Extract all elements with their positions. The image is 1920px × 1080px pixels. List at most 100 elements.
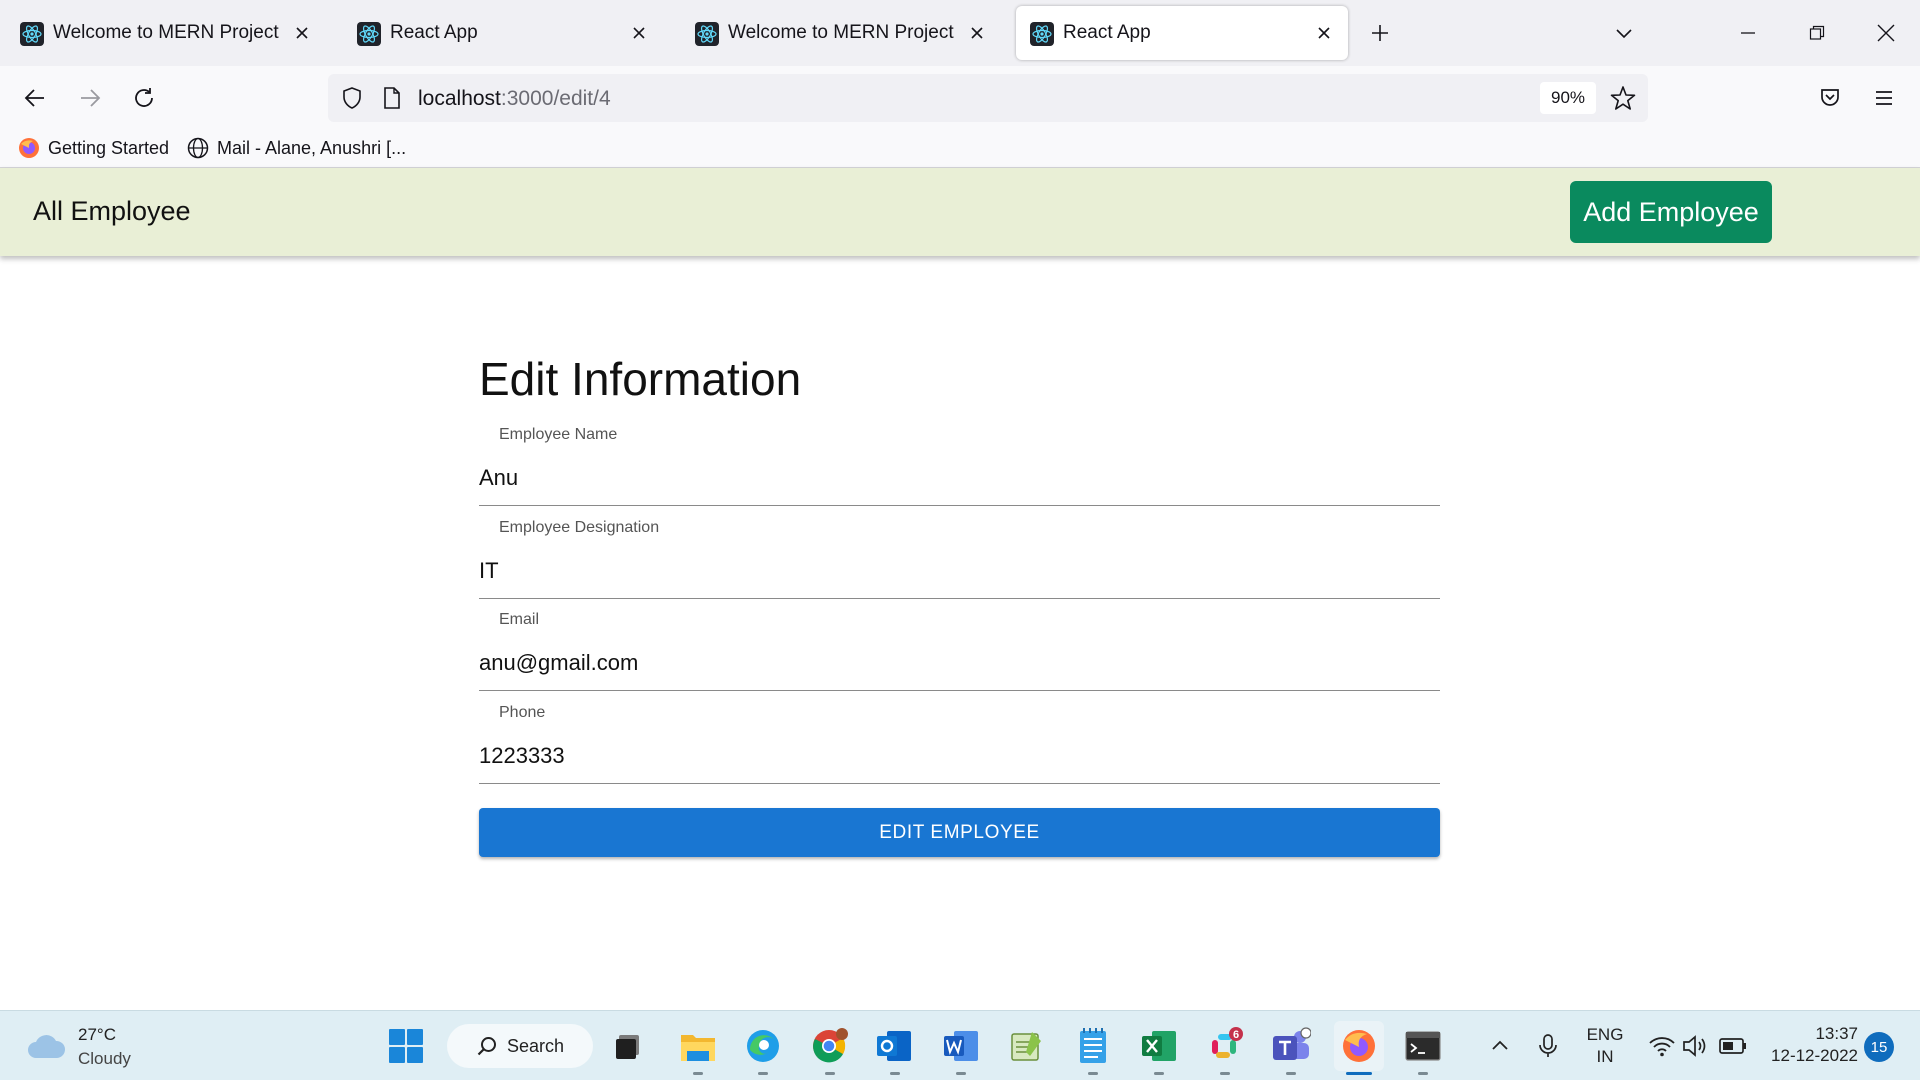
excel-icon[interactable] (1138, 1025, 1180, 1067)
browser-tab-3[interactable]: Welcome to MERN Project (681, 6, 1001, 60)
language-indicator[interactable]: ENG IN (1584, 1024, 1626, 1068)
active-window-indicator (1346, 1072, 1372, 1075)
phone-input[interactable] (479, 738, 1440, 774)
browser-tab-strip: Welcome to MERN Project React App Welcom… (0, 0, 1920, 66)
start-icon[interactable] (385, 1025, 427, 1067)
react-logo-icon (20, 22, 44, 46)
file-explorer-icon[interactable] (677, 1025, 719, 1067)
show-hidden-icons-chevron-icon[interactable] (1479, 1025, 1521, 1067)
notification-count-badge[interactable]: 15 (1864, 1032, 1894, 1062)
notepad-icon[interactable] (1072, 1025, 1114, 1067)
zoom-level-badge[interactable]: 90% (1540, 82, 1596, 114)
firefox-taskbar-icon[interactable] (1334, 1021, 1384, 1071)
minimize-window-icon[interactable] (1730, 15, 1766, 51)
close-tab-icon[interactable] (963, 19, 991, 47)
email-field: Email (479, 611, 1440, 691)
back-arrow-icon[interactable] (15, 78, 55, 118)
tracking-protection-shield-icon[interactable] (340, 86, 364, 110)
close-tab-icon[interactable] (1310, 19, 1338, 47)
react-logo-icon (1030, 22, 1054, 46)
field-label: Email (499, 611, 540, 628)
url-path: :3000/edit/4 (500, 87, 611, 110)
slack-badge-count: 6 (1233, 1029, 1239, 1041)
teams-icon[interactable] (1270, 1025, 1312, 1067)
close-tab-icon[interactable] (625, 19, 653, 47)
volume-icon[interactable] (1675, 1025, 1717, 1067)
running-indicator (758, 1072, 768, 1075)
chrome-icon[interactable] (808, 1025, 850, 1067)
browser-toolbar: localhost:3000/edit/4 90% (0, 66, 1920, 128)
bookmark-getting-started[interactable]: Getting Started (18, 134, 169, 162)
react-logo-icon (357, 22, 381, 46)
running-indicator (693, 1072, 703, 1075)
firefox-icon (19, 138, 39, 158)
clock-date: 12-12-2022 (1771, 1046, 1858, 1065)
close-tab-icon[interactable] (288, 19, 316, 47)
page-info-icon[interactable] (382, 86, 402, 110)
browser-tab-2[interactable]: React App (343, 6, 663, 60)
terminal-icon[interactable] (1402, 1025, 1444, 1067)
globe-icon (187, 137, 209, 159)
bookmark-mail[interactable]: Mail - Alane, Anushri [... (187, 134, 406, 162)
running-indicator (825, 1072, 835, 1075)
app-header: All Employee Add Employee (0, 168, 1920, 256)
browser-tab-4-active[interactable]: React App (1016, 6, 1348, 60)
list-all-tabs-chevron-icon[interactable] (1606, 15, 1642, 51)
employee-name-field: Employee Name (479, 426, 1440, 506)
word-icon[interactable] (940, 1025, 982, 1067)
tab-title: Welcome to MERN Project (728, 22, 954, 43)
employee-name-input[interactable] (479, 460, 1440, 496)
url-text[interactable]: localhost:3000/edit/4 (418, 87, 611, 111)
running-indicator (1088, 1072, 1098, 1075)
outlook-icon[interactable] (873, 1025, 915, 1067)
new-tab-icon[interactable] (1362, 15, 1398, 51)
tab-title: Welcome to MERN Project (53, 22, 279, 43)
search-label: Search (507, 1035, 565, 1056)
email-input[interactable] (479, 645, 1440, 681)
running-indicator (1220, 1072, 1230, 1075)
tab-title: React App (390, 22, 478, 43)
bookmarks-toolbar: Getting Started Mail - Alane, Anushri [.… (0, 128, 1920, 168)
weather-temperature: 27°C (78, 1025, 116, 1044)
reload-icon[interactable] (124, 78, 164, 118)
pocket-icon[interactable] (1810, 78, 1850, 118)
field-label: Employee Name (499, 426, 618, 443)
url-host: localhost (418, 87, 501, 110)
browser-tab-1[interactable]: Welcome to MERN Project (6, 6, 326, 60)
weather-description: Cloudy (78, 1049, 131, 1068)
slack-icon[interactable]: 6 (1203, 1025, 1245, 1067)
forward-arrow-icon[interactable] (70, 78, 110, 118)
task-view-icon[interactable] (607, 1025, 649, 1067)
all-employee-link[interactable]: All Employee (33, 196, 191, 227)
employee-designation-field: Employee Designation (479, 519, 1440, 599)
clock-time: 13:37 (1815, 1024, 1858, 1043)
edit-employee-button[interactable]: EDIT EMPLOYEE (479, 808, 1440, 857)
language-code: ENG (1586, 1025, 1624, 1044)
address-bar[interactable]: localhost:3000/edit/4 90% (328, 74, 1648, 122)
edge-icon[interactable] (742, 1025, 784, 1067)
battery-icon[interactable] (1712, 1025, 1754, 1067)
employee-designation-input[interactable] (479, 553, 1440, 589)
hamburger-menu-icon[interactable] (1864, 78, 1904, 118)
language-region: IN (1596, 1047, 1614, 1066)
weather-widget[interactable]: 27°C Cloudy (26, 1023, 131, 1071)
close-window-icon[interactable] (1868, 15, 1904, 51)
add-employee-button[interactable]: Add Employee (1570, 181, 1772, 243)
tab-title: React App (1063, 22, 1151, 43)
windows-taskbar: 27°C Cloudy Search 6 ENG IN 13:37 12-12-… (0, 1010, 1920, 1080)
notepad-plus-plus-icon[interactable] (1005, 1025, 1047, 1067)
running-indicator (956, 1072, 966, 1075)
microphone-icon[interactable] (1527, 1025, 1569, 1067)
field-label: Employee Designation (499, 519, 660, 536)
taskbar-search-box[interactable]: Search (447, 1024, 593, 1068)
search-icon (477, 1037, 496, 1056)
running-indicator (1286, 1072, 1296, 1075)
field-label: Phone (499, 704, 546, 721)
react-logo-icon (695, 22, 719, 46)
bookmark-star-icon[interactable] (1610, 85, 1636, 111)
restore-window-icon[interactable] (1799, 15, 1835, 51)
bookmark-label: Getting Started (48, 137, 170, 158)
running-indicator (890, 1072, 900, 1075)
clock[interactable]: 13:37 12-12-2022 (1758, 1023, 1858, 1067)
running-indicator (1418, 1072, 1428, 1075)
